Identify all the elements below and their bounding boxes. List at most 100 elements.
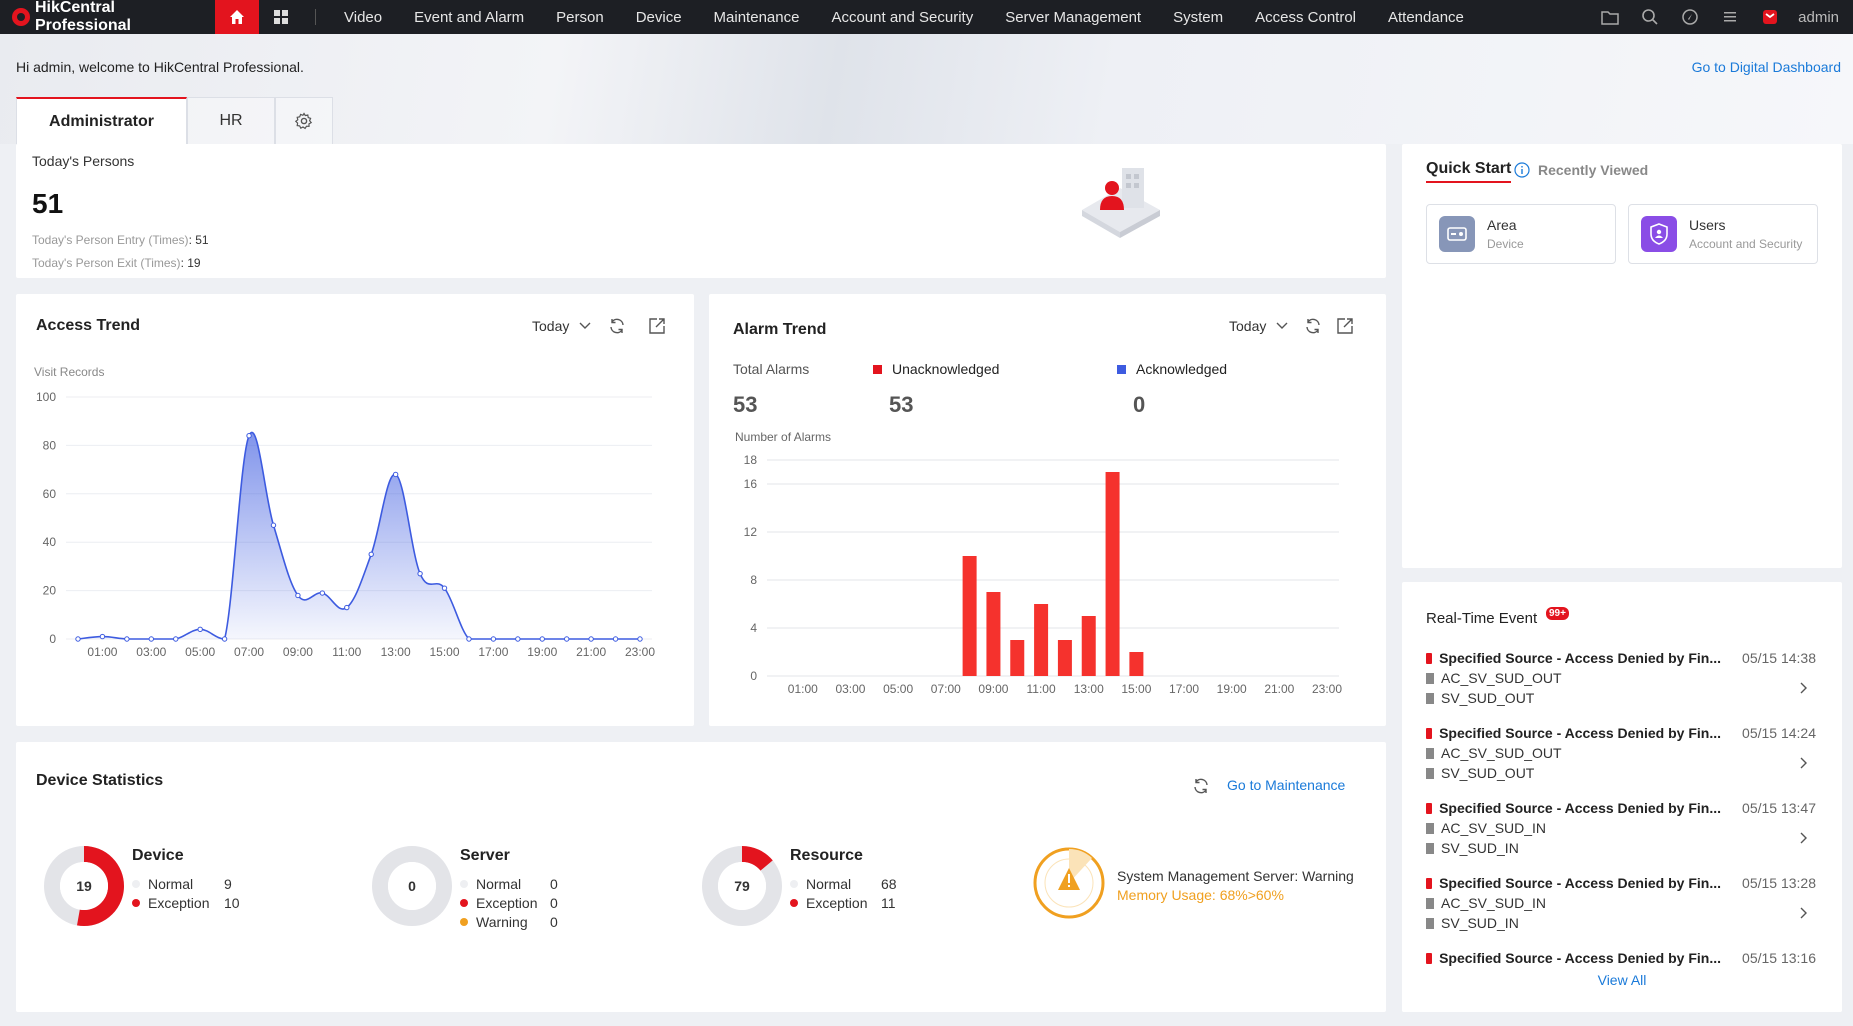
x-tick-label: 15:00	[1121, 682, 1151, 696]
nav-item-video[interactable]: Video	[344, 9, 382, 26]
app-logo[interactable]: HikCentral Professional	[0, 0, 215, 34]
chevron-right-icon[interactable]	[1800, 757, 1808, 769]
tab-administrator[interactable]: Administrator	[16, 97, 187, 144]
menu-button[interactable]	[1710, 10, 1750, 24]
access-period-value: Today	[532, 318, 570, 334]
resource-normal-row: Normal 68	[790, 876, 897, 892]
nav-item-server-management[interactable]: Server Management	[1005, 9, 1141, 26]
chevron-right-icon[interactable]	[1800, 682, 1808, 694]
info-icon[interactable]	[1514, 162, 1530, 178]
tab-recently-viewed[interactable]: Recently Viewed	[1538, 162, 1648, 178]
refresh-icon	[1306, 318, 1320, 334]
y-tick-label: 80	[43, 438, 57, 452]
device-normal-value: 9	[224, 876, 232, 892]
access-export-button[interactable]	[646, 315, 668, 337]
search-button[interactable]	[1630, 8, 1670, 26]
alarm-trend-title: Alarm Trend	[733, 321, 827, 338]
data-point	[612, 636, 619, 642]
folder-button[interactable]	[1590, 9, 1630, 25]
ack-value: 0	[1133, 392, 1146, 417]
event-item-5[interactable]: Specified Source - Access Denied by Fin.…	[1426, 950, 1816, 966]
nav-item-system[interactable]: System	[1173, 9, 1223, 26]
tab-quick-start[interactable]: Quick Start	[1426, 160, 1512, 183]
go-to-maintenance-link[interactable]: Go to Maintenance	[1227, 777, 1345, 793]
nav-item-event-alarm[interactable]: Event and Alarm	[414, 9, 524, 26]
persons-title: Today's Persons	[32, 153, 135, 169]
event-item-3[interactable]: Specified Source - Access Denied by Fin.…	[1426, 800, 1816, 856]
nav-item-maintenance[interactable]: Maintenance	[714, 9, 800, 26]
data-point	[270, 522, 277, 528]
user-menu[interactable]: admin	[1790, 9, 1853, 26]
nav-item-device[interactable]: Device	[636, 9, 682, 26]
event-item-2[interactable]: Specified Source - Access Denied by Fin.…	[1426, 725, 1816, 781]
realtime-title: Real-Time Event	[1426, 610, 1538, 627]
device-icon	[1426, 692, 1434, 704]
access-trend-card: Access Trend Today Visit Records 0 20 40 60…	[16, 294, 694, 726]
server-warning-title: System Management Server: Warning	[1117, 868, 1354, 884]
warning-radar-icon	[1033, 847, 1105, 919]
quick-start-users[interactable]: Users Account and Security	[1628, 204, 1818, 264]
event-line1: AC_SV_SUD_IN	[1441, 820, 1547, 836]
nav-item-account-security[interactable]: Account and Security	[831, 9, 973, 26]
x-tick-label: 05:00	[883, 682, 913, 696]
export-icon	[649, 318, 665, 334]
nav-item-person[interactable]: Person	[556, 9, 604, 26]
unack-legend: Unacknowledged	[873, 361, 999, 377]
nav-item-attendance[interactable]: Attendance	[1388, 9, 1464, 26]
server-warning-label: Warning	[476, 914, 528, 930]
grid-icon	[274, 10, 288, 24]
alarm-period-select[interactable]: Today	[1229, 318, 1288, 334]
access-period-select[interactable]: Today	[532, 318, 591, 334]
x-tick-label: 01:00	[87, 645, 117, 659]
resource-exception-value: 11	[881, 895, 896, 911]
event-line2: SV_SUD_OUT	[1441, 765, 1535, 781]
welcome-text: Hi admin, welcome to HikCentral Professi…	[16, 59, 304, 75]
digital-dashboard-link[interactable]: Go to Digital Dashboard	[1692, 59, 1841, 75]
alarm-bar	[1105, 472, 1120, 676]
alarm-trend-chart: 0 4 8 12 16 18 01:00 03:00 05:00 07:00 09:00 11:00 1…	[744, 453, 1343, 696]
chevron-right-icon[interactable]	[1800, 832, 1808, 844]
server-normal-label: Normal	[476, 876, 522, 892]
device-icon	[1426, 767, 1434, 779]
x-tick-label: 09:00	[283, 645, 313, 659]
notification-button[interactable]	[1750, 8, 1790, 26]
hik-logo-icon	[12, 8, 30, 26]
alarm-bar	[1034, 604, 1049, 676]
unack-label: Unacknowledged	[892, 361, 1000, 377]
event-item-1[interactable]: Specified Source - Access Denied by Fin.…	[1426, 650, 1816, 706]
normal-dot	[132, 880, 140, 888]
event-time: 05/15 13:28	[1742, 875, 1816, 891]
compass-button[interactable]	[1670, 8, 1710, 26]
y-tick-label: 0	[750, 669, 757, 683]
nav-item-access-control[interactable]: Access Control	[1255, 9, 1356, 26]
y-tick-label: 60	[43, 487, 57, 501]
exit-label: Today's Person Exit (Times)	[32, 256, 181, 270]
apps-grid-button[interactable]	[259, 0, 303, 34]
device-exception-value: 10	[224, 895, 240, 911]
person-illustration-icon	[1082, 168, 1160, 238]
event-item-4[interactable]: Specified Source - Access Denied by Fin.…	[1426, 875, 1816, 931]
access-refresh-button[interactable]	[606, 315, 628, 337]
top-nav-bar: HikCentral Professional Video Event and …	[0, 0, 1853, 34]
door-icon	[1426, 897, 1434, 909]
data-point	[246, 433, 252, 439]
access-trend-chart: 0 20 40 60 80 100 01:00 03:00 05:00 07:00 09:00 11:…	[36, 390, 655, 659]
device-total: 19	[76, 878, 92, 894]
quick-start-area[interactable]: Area Device	[1426, 204, 1616, 264]
tab-settings[interactable]	[275, 97, 333, 144]
chevron-right-icon[interactable]	[1800, 907, 1808, 919]
server-label: Server	[460, 847, 510, 864]
device-normal-row: Normal 9	[132, 876, 232, 892]
x-tick-label: 17:00	[478, 645, 508, 659]
data-point	[295, 592, 301, 599]
alarm-export-button[interactable]	[1334, 315, 1356, 337]
device-stats-refresh-button[interactable]	[1190, 775, 1212, 797]
view-all-link[interactable]: View All	[1402, 972, 1842, 988]
home-icon	[230, 10, 244, 24]
data-point	[392, 471, 399, 478]
alarm-refresh-button[interactable]	[1302, 315, 1324, 337]
server-exception-value: 0	[550, 895, 558, 911]
resource-label: Resource	[790, 847, 863, 864]
home-button[interactable]	[215, 0, 259, 34]
tab-hr[interactable]: HR	[187, 97, 275, 144]
